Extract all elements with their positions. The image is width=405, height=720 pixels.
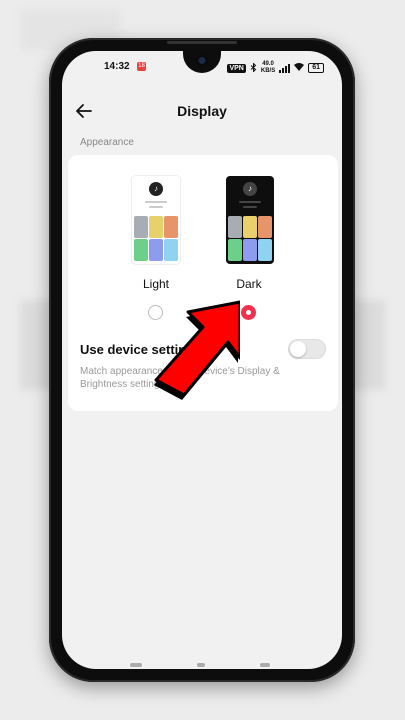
phone-speaker <box>167 41 237 44</box>
page-title: Display <box>177 103 227 119</box>
wifi-icon <box>294 63 305 73</box>
preview-tile <box>134 216 148 238</box>
preview-tile <box>258 239 272 261</box>
signal-icon <box>279 63 291 73</box>
battery-icon: 61 <box>308 63 324 73</box>
tiktok-logo-icon: ♪ <box>149 182 163 196</box>
red-arrow-pointer-icon <box>154 300 240 400</box>
preview-tile <box>243 239 257 261</box>
network-speed-value: 49.0 <box>262 61 274 67</box>
status-icons: VPN 49.0 KB/S 61 <box>227 61 324 75</box>
system-nav-bar <box>62 657 342 667</box>
dark-mode-radio[interactable] <box>241 305 256 320</box>
nav-home-icon[interactable] <box>197 663 205 667</box>
nav-back-icon[interactable] <box>260 663 270 667</box>
notification-badge-icon: 18 <box>137 62 146 71</box>
bluetooth-icon <box>250 61 257 74</box>
network-speed: 49.0 KB/S <box>261 61 275 75</box>
preview-tile <box>243 216 257 238</box>
top-app-bar: Display <box>62 99 342 123</box>
vpn-icon: VPN <box>227 63 246 73</box>
use-device-settings-toggle[interactable] <box>288 339 326 359</box>
preview-tile <box>149 216 163 238</box>
preview-tile <box>258 216 272 238</box>
status-bar: 14:32 18 VPN 49.0 KB/S 61 <box>62 61 342 77</box>
tiktok-logo-icon: ♪ <box>243 182 257 196</box>
preview-tile <box>164 216 178 238</box>
preview-tile <box>228 216 242 238</box>
nav-menu-icon[interactable] <box>130 663 142 667</box>
toggle-knob <box>290 341 306 357</box>
section-label-appearance: Appearance <box>80 137 134 148</box>
network-speed-unit: KB/S <box>260 68 276 74</box>
status-time: 14:32 <box>104 61 130 72</box>
